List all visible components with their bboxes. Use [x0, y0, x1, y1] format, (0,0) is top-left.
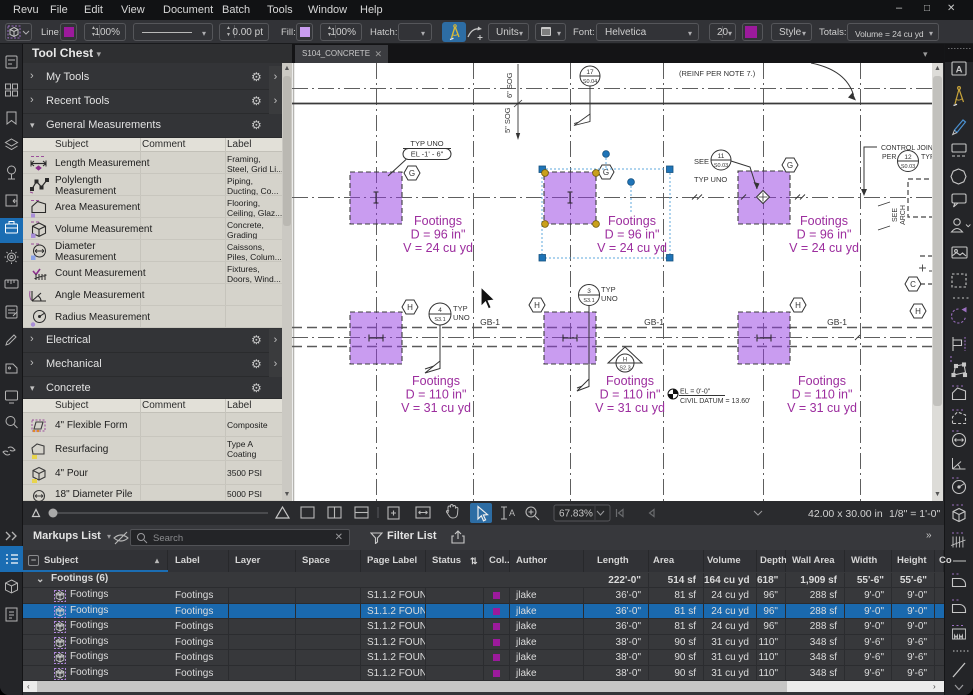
svg-text:UNO: UNO: [453, 313, 470, 322]
svg-text:TYP: TYP: [453, 304, 468, 313]
svg-text:D = 96 in": D = 96 in": [797, 228, 852, 242]
svg-text:V = 31 cu yd: V = 31 cu yd: [595, 401, 665, 415]
svg-text:42.00 x 30.00 in: 42.00 x 30.00 in: [808, 508, 883, 520]
svg-text:S2.3: S2.3: [619, 366, 630, 372]
svg-text:GB-1: GB-1: [480, 317, 500, 327]
svg-text:PER: PER: [882, 154, 896, 161]
svg-text:H: H: [407, 303, 413, 312]
svg-text:EL -1' - 6": EL -1' - 6": [411, 150, 444, 159]
svg-text:V = 24 cu yd: V = 24 cu yd: [403, 241, 473, 255]
svg-text:4: 4: [438, 307, 442, 314]
svg-text:CONTROL JOINT: CONTROL JOINT: [881, 145, 932, 152]
svg-text:Footings: Footings: [608, 214, 656, 228]
svg-text:H: H: [623, 358, 627, 364]
svg-text:S3.1: S3.1: [583, 298, 594, 304]
svg-text:3: 3: [587, 288, 591, 295]
svg-text:TYP UNO: TYP UNO: [694, 175, 727, 184]
svg-text:H: H: [795, 301, 801, 310]
svg-text:SEE: SEE: [892, 208, 899, 222]
svg-text:S0.03: S0.03: [901, 164, 915, 170]
svg-text:6" SOG: 6" SOG: [505, 72, 514, 98]
svg-text:S3.1: S3.1: [434, 317, 445, 323]
svg-text:EL = 0'-0": EL = 0'-0": [680, 389, 711, 396]
svg-text:Footings: Footings: [414, 214, 462, 228]
svg-text:G: G: [787, 161, 793, 170]
svg-text:D = 110 in": D = 110 in": [600, 388, 661, 402]
svg-text:H: H: [915, 307, 921, 316]
svg-text:A: A: [509, 508, 515, 518]
svg-text:V = 24 cu yd: V = 24 cu yd: [597, 241, 667, 255]
svg-text:V = 24 cu yd: V = 24 cu yd: [789, 241, 859, 255]
svg-text:1/8" = 1'-0": 1/8" = 1'-0": [889, 508, 940, 520]
svg-text:Footings: Footings: [412, 374, 460, 388]
svg-text:D = 96 in": D = 96 in": [411, 228, 466, 242]
svg-text:H: H: [534, 301, 540, 310]
svg-text:CIVIL DATUM = 13.60': CIVIL DATUM = 13.60': [680, 398, 750, 405]
svg-text:C: C: [910, 280, 916, 289]
svg-text:V = 31 cu yd: V = 31 cu yd: [787, 401, 857, 415]
svg-text:SEE: SEE: [694, 157, 709, 166]
svg-text:UNO: UNO: [601, 294, 618, 303]
svg-text:A: A: [956, 65, 963, 76]
svg-text:(REINF PER NOTE 7.): (REINF PER NOTE 7.): [679, 69, 756, 78]
svg-text:D = 110 in": D = 110 in": [792, 388, 853, 402]
svg-text:Footings: Footings: [800, 214, 848, 228]
svg-text:Footings: Footings: [606, 374, 654, 388]
svg-text:D = 110 in": D = 110 in": [406, 388, 467, 402]
svg-text:V = 31 cu yd: V = 31 cu yd: [401, 401, 471, 415]
svg-text:GB-1: GB-1: [644, 317, 664, 327]
svg-text:11: 11: [718, 153, 725, 160]
svg-text:Footings: Footings: [798, 374, 846, 388]
svg-text:17: 17: [586, 69, 594, 76]
svg-text:TYP UNO: TYP UNO: [410, 139, 443, 148]
svg-text:ARCH: ARCH: [900, 205, 907, 225]
svg-text:5" SOG: 5" SOG: [503, 107, 512, 133]
svg-text:TYP: TYP: [921, 154, 932, 161]
svg-text:12: 12: [904, 154, 912, 161]
svg-text:GB-1: GB-1: [827, 317, 847, 327]
svg-text:S0.03: S0.03: [714, 163, 728, 169]
svg-text:S0.04: S0.04: [583, 79, 597, 85]
svg-text:67.83%: 67.83%: [559, 509, 593, 520]
svg-text:TYP: TYP: [601, 285, 616, 294]
svg-text:G: G: [409, 169, 415, 178]
svg-text:D = 96 in": D = 96 in": [605, 228, 660, 242]
